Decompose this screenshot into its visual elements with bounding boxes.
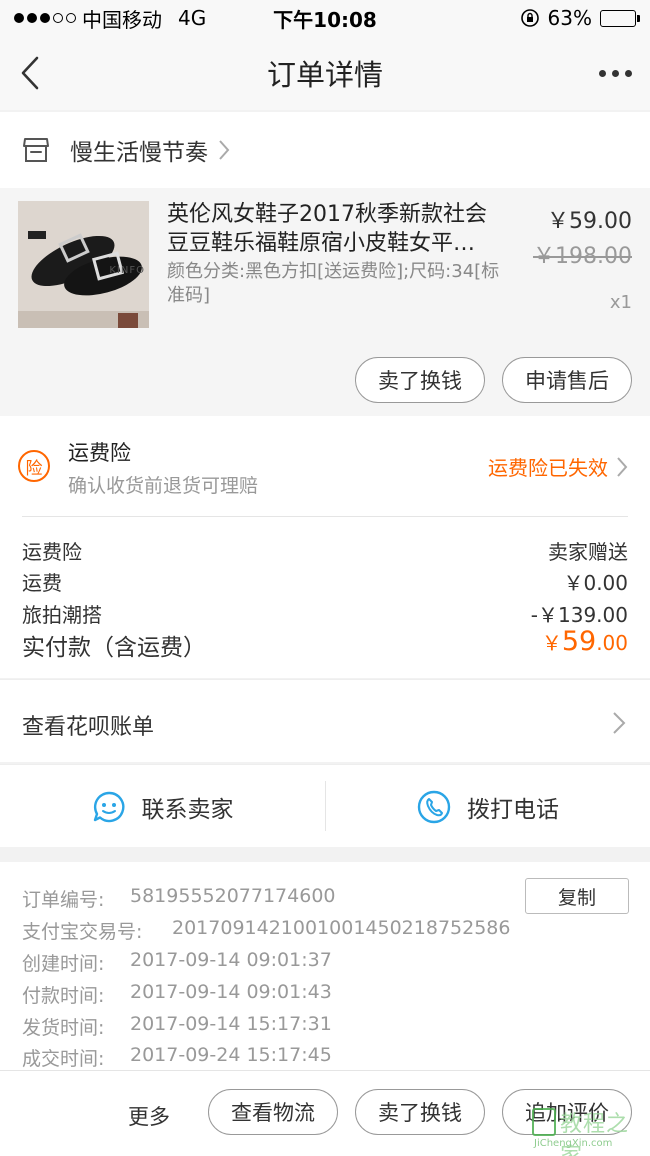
contact-seller-button[interactable]: 联系卖家 bbox=[0, 765, 325, 848]
done-time-value: 2017-09-24 15:17:45 bbox=[130, 1044, 332, 1066]
order-item[interactable]: KINFO 英伦风女鞋子2017秋季新款社会豆豆鞋乐福鞋原宿小皮鞋女平… 颜色分… bbox=[0, 188, 650, 416]
fee-label-discount: 旅拍潮搭 bbox=[22, 603, 102, 627]
battery-percent: 63% bbox=[547, 6, 592, 30]
network-label: 4G bbox=[178, 6, 207, 30]
more-actions-button[interactable]: 更多 bbox=[128, 1101, 170, 1131]
total-decimal: .00 bbox=[596, 631, 628, 655]
product-original-price: ￥198.00 bbox=[533, 244, 632, 269]
product-image-brand-text: KINFO bbox=[109, 265, 145, 276]
carrier-label: 中国移动 bbox=[82, 7, 162, 32]
paid-time-value: 2017-09-14 09:01:43 bbox=[130, 981, 332, 1003]
call-phone-button[interactable]: 拨打电话 bbox=[326, 765, 650, 848]
insurance-icon-text: 险 bbox=[25, 458, 43, 479]
status-bar: 中国移动 4G 下午10:08 63% bbox=[0, 0, 650, 36]
contact-seller-label: 联系卖家 bbox=[141, 796, 234, 823]
more-dots-icon bbox=[598, 69, 606, 77]
order-no-label: 订单编号: bbox=[22, 889, 105, 911]
battery-icon bbox=[600, 9, 640, 27]
done-time-label: 成交时间: bbox=[22, 1048, 105, 1070]
back-button[interactable] bbox=[0, 36, 60, 110]
fee-value-shipping: ￥0.00 bbox=[563, 571, 628, 595]
product-quantity: x1 bbox=[609, 292, 632, 313]
product-title: 英伦风女鞋子2017秋季新款社会豆豆鞋乐福鞋原宿小皮鞋女平… bbox=[167, 202, 487, 256]
fee-label-insurance: 运费险 bbox=[22, 540, 82, 564]
shop-row[interactable]: 慢生活慢节奏 bbox=[0, 112, 650, 188]
more-menu-button[interactable] bbox=[580, 36, 650, 110]
insurance-subtitle: 确认收货前退货可理赔 bbox=[68, 475, 259, 497]
created-time-label: 创建时间: bbox=[22, 953, 105, 975]
alipay-no-value: 2017091421001001450218752586 bbox=[172, 917, 511, 939]
rotation-lock-icon bbox=[520, 9, 539, 27]
product-price: ￥59.00 bbox=[547, 209, 632, 234]
product-image: KINFO bbox=[18, 201, 149, 328]
footer-sell-exchange-button[interactable]: 卖了换钱 bbox=[355, 1089, 485, 1135]
insurance-icon: 险 bbox=[18, 450, 50, 482]
fee-value-discount: -￥139.00 bbox=[530, 603, 628, 627]
order-info-section: 订单编号: 58195552077174600 复制 支付宝交易号: 20170… bbox=[0, 862, 650, 1070]
sell-exchange-button[interactable]: 卖了换钱 bbox=[355, 357, 485, 403]
huabei-row[interactable]: 查看花呗账单 bbox=[0, 679, 650, 762]
phone-icon bbox=[417, 790, 451, 823]
after-sale-button[interactable]: 申请售后 bbox=[502, 357, 632, 403]
shop-name: 慢生活慢节奏 bbox=[70, 140, 208, 166]
page-title: 订单详情 bbox=[266, 58, 383, 92]
order-no-value: 58195552077174600 bbox=[130, 885, 336, 907]
fee-label-shipping: 运费 bbox=[22, 571, 62, 595]
watermark: 教程之家 JiChengXin.com bbox=[532, 1106, 648, 1156]
total-amount: ￥59.00 bbox=[542, 626, 628, 657]
chevron-right-icon bbox=[613, 712, 626, 734]
insurance-title: 运费险 bbox=[68, 441, 131, 465]
paid-time-label: 付款时间: bbox=[22, 985, 105, 1007]
product-sku: 颜色分类:黑色方扣[送运费险];尺码:34[标准码] bbox=[167, 261, 500, 306]
status-left: 中国移动 4G bbox=[14, 4, 206, 33]
shipped-time-label: 发货时间: bbox=[22, 1017, 105, 1039]
chevron-left-icon bbox=[21, 56, 39, 90]
chevron-right-icon bbox=[219, 140, 230, 160]
divider bbox=[22, 516, 628, 517]
insurance-status-link[interactable]: 运费险已失效 bbox=[488, 452, 628, 481]
total-integer: 59 bbox=[561, 626, 597, 657]
total-label: 实付款（含运费） bbox=[22, 635, 206, 661]
call-phone-label: 拨打电话 bbox=[467, 796, 559, 823]
chat-bubble-icon bbox=[93, 791, 124, 822]
nav-bar: 订单详情 bbox=[0, 36, 650, 110]
footer-action-bar: 更多 查看物流 卖了换钱 追加评价 教程之家 JiChengXin.com bbox=[0, 1070, 650, 1156]
total-currency: ￥ bbox=[541, 631, 562, 655]
huabei-label: 查看花呗账单 bbox=[22, 715, 155, 740]
view-logistics-button[interactable]: 查看物流 bbox=[208, 1089, 338, 1135]
watermark-logo-icon bbox=[532, 1108, 556, 1136]
signal-icon bbox=[14, 13, 76, 23]
shop-icon bbox=[23, 138, 49, 162]
created-time-value: 2017-09-14 09:01:37 bbox=[130, 949, 332, 971]
contact-row: 联系卖家 拨打电话 bbox=[0, 764, 650, 847]
copy-button[interactable]: 复制 bbox=[525, 878, 629, 914]
chevron-right-icon bbox=[617, 456, 628, 477]
insurance-status: 运费险已失效 bbox=[488, 456, 608, 480]
alipay-no-label: 支付宝交易号: bbox=[22, 921, 143, 943]
shipped-time-value: 2017-09-14 15:17:31 bbox=[130, 1013, 332, 1035]
status-right: 63% bbox=[520, 6, 640, 30]
fee-value-insurance: 卖家赠送 bbox=[548, 540, 628, 564]
watermark-en: JiChengXin.com bbox=[534, 1138, 613, 1149]
